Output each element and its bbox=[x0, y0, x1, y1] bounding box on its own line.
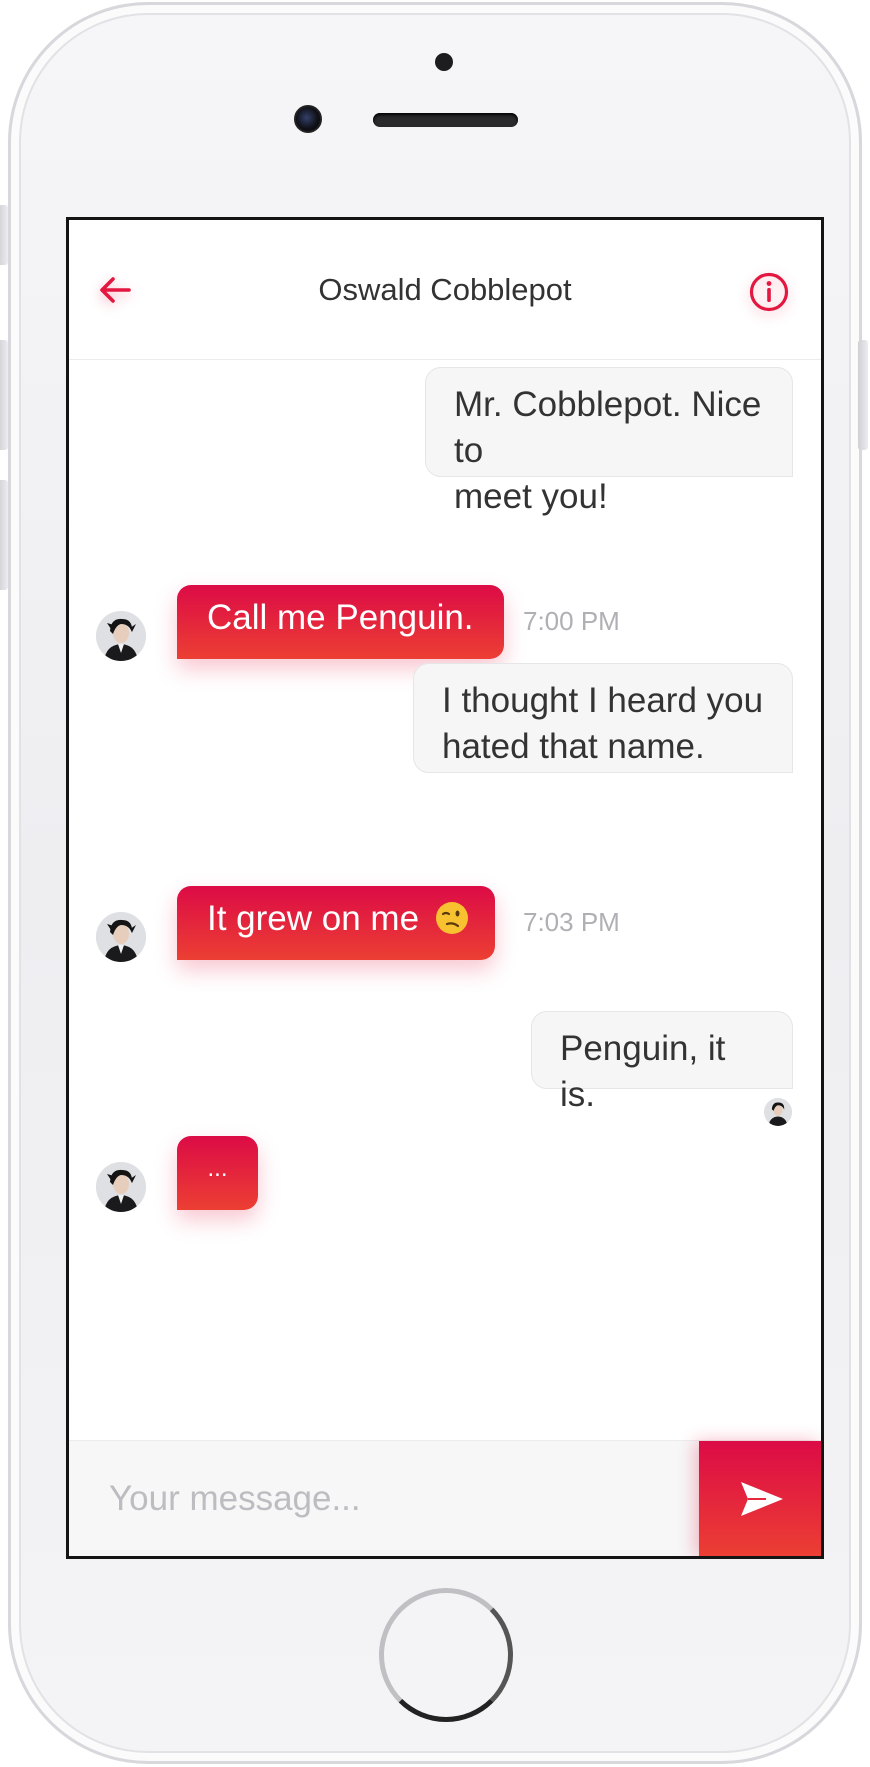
avatar-photo bbox=[96, 1162, 146, 1212]
winking-face-icon bbox=[435, 902, 468, 934]
outgoing-message: Mr. Cobblepot. Nice to meet you! bbox=[425, 367, 793, 516]
phone-frame: Oswald Cobblepot Mr. Cobblepot. Nice to … bbox=[0, 2, 868, 1764]
message-text-line: hated that name. bbox=[442, 727, 705, 766]
message-timestamp: 7:00 PM bbox=[523, 606, 620, 636]
outgoing-message: Penguin, it is. bbox=[531, 1011, 793, 1114]
typing-indicator: ... bbox=[177, 1136, 258, 1210]
send-icon bbox=[741, 1482, 783, 1516]
message-input[interactable] bbox=[107, 1471, 611, 1527]
chat-screen: Oswald Cobblepot Mr. Cobblepot. Nice to … bbox=[66, 217, 824, 1559]
contact-name: Oswald Cobblepot bbox=[318, 272, 572, 307]
chat-header: Oswald Cobblepot bbox=[69, 220, 821, 360]
send-button[interactable] bbox=[699, 1441, 821, 1556]
contact-avatar bbox=[96, 1162, 146, 1212]
message-text-line: I thought I heard you bbox=[442, 681, 764, 720]
message-text: Call me Penguin. bbox=[207, 598, 474, 637]
volume-up-button bbox=[0, 340, 8, 450]
message-text: Penguin, it is. bbox=[560, 1029, 726, 1114]
silent-switch bbox=[0, 205, 8, 265]
message-timestamp: 7:03 PM bbox=[523, 907, 620, 937]
contact-avatar bbox=[96, 611, 146, 661]
contact-avatar bbox=[96, 912, 146, 962]
avatar-photo bbox=[96, 912, 146, 962]
avatar-photo bbox=[764, 1098, 792, 1126]
home-button[interactable] bbox=[379, 1588, 513, 1722]
message-text: It grew on me bbox=[207, 899, 420, 938]
typing-dots: ... bbox=[207, 1155, 228, 1182]
message-text-line: meet you! bbox=[454, 477, 608, 516]
incoming-message: It grew on me bbox=[177, 886, 495, 960]
proximity-sensor bbox=[435, 53, 453, 71]
incoming-message: Call me Penguin. bbox=[177, 585, 504, 659]
power-button bbox=[858, 340, 868, 450]
info-icon[interactable] bbox=[748, 271, 790, 313]
read-receipt-avatar bbox=[764, 1098, 792, 1126]
outgoing-message: I thought I heard you hated that name. bbox=[413, 663, 793, 773]
volume-down-button bbox=[0, 480, 8, 590]
avatar-photo bbox=[96, 611, 146, 661]
front-camera bbox=[294, 105, 322, 133]
earpiece-speaker bbox=[373, 113, 518, 127]
message-composer bbox=[69, 1440, 821, 1556]
message-text-line: Mr. Cobblepot. Nice to bbox=[454, 385, 762, 470]
